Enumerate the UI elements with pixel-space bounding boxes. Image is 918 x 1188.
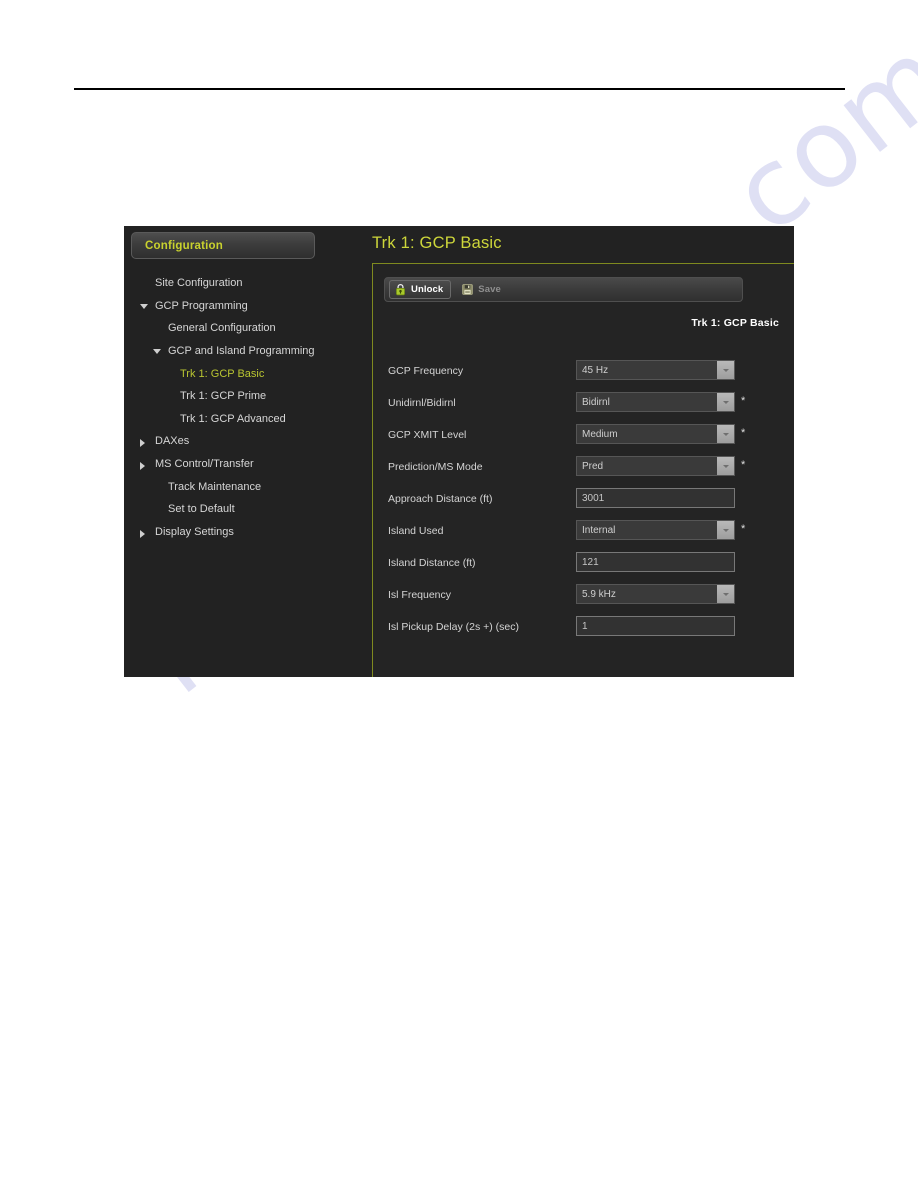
- field-value: 45 Hz: [582, 364, 609, 376]
- select-isl-frequency[interactable]: 5.9 kHz: [576, 584, 735, 604]
- chevron-down-glyph: [722, 464, 729, 468]
- sidebar-item-site-configuration[interactable]: Site Configuration: [124, 272, 348, 295]
- sidebar-item-label: GCP Programming: [155, 299, 248, 312]
- sidebar-item-label: Site Configuration: [155, 277, 243, 290]
- header-divider: [74, 88, 845, 90]
- chevron-down-icon[interactable]: [717, 425, 734, 443]
- select-gcp-xmit-level[interactable]: Medium: [576, 424, 735, 444]
- input-isl-pickup-delay-2s-sec[interactable]: 1: [576, 616, 735, 636]
- chevron-down-glyph: [722, 528, 729, 532]
- sidebar-item-display-settings[interactable]: Display Settings: [124, 521, 348, 544]
- required-marker: *: [741, 523, 746, 535]
- sidebar-item-general-configuration[interactable]: General Configuration: [124, 317, 348, 340]
- sidebar: Configuration Site Configuration GCP Prog…: [124, 226, 348, 677]
- field-label: GCP Frequency: [388, 365, 464, 377]
- select-island-used[interactable]: Internal: [576, 520, 735, 540]
- unlock-button[interactable]: Unlock: [389, 280, 452, 299]
- field-value: 121: [582, 556, 599, 568]
- sidebar-item-label: Trk 1: GCP Advanced: [180, 412, 286, 425]
- chevron-down-glyph: [722, 432, 729, 436]
- chevron-down-icon[interactable]: [717, 457, 734, 475]
- select-prediction-ms-mode[interactable]: Pred: [576, 456, 735, 476]
- application-window: Configuration Site Configuration GCP Prog…: [124, 226, 794, 677]
- chevron-down-glyph: [722, 592, 729, 596]
- chevron-down-icon[interactable]: [717, 393, 734, 411]
- lock-icon: [394, 283, 407, 296]
- input-approach-distance-ft[interactable]: 3001: [576, 488, 735, 508]
- field-label: Isl Frequency: [388, 589, 452, 601]
- chevron-down-icon[interactable]: [153, 348, 161, 354]
- page-title: Trk 1: GCP Basic: [372, 234, 502, 252]
- field-label: Prediction/MS Mode: [388, 461, 483, 473]
- main-content: Trk 1: GCP Basic Unlock Save Trk 1: GCP …: [348, 226, 794, 677]
- sidebar-item-gcp-and-island-programming[interactable]: GCP and Island Programming: [124, 340, 348, 363]
- chevron-right-icon[interactable]: [140, 439, 145, 448]
- form-row: Isl Pickup Delay (2s +) (sec) 1: [373, 615, 794, 647]
- unlock-button-label: Unlock: [411, 284, 444, 295]
- select-gcp-frequency[interactable]: 45 Hz: [576, 360, 735, 380]
- chevron-down-icon[interactable]: [717, 585, 734, 603]
- sidebar-item-label: Trk 1: GCP Basic: [180, 367, 265, 380]
- panel-subtitle: Trk 1: GCP Basic: [691, 317, 779, 329]
- field-value: 5.9 kHz: [582, 588, 616, 600]
- form-row: GCP XMIT Level Medium *: [373, 423, 794, 455]
- sidebar-item-trk-1-gcp-advanced[interactable]: Trk 1: GCP Advanced: [124, 408, 348, 431]
- field-label: Island Distance (ft): [388, 557, 476, 569]
- field-label: Island Used: [388, 525, 444, 537]
- chevron-right-icon[interactable]: [140, 529, 145, 538]
- sidebar-item-label: GCP and Island Programming: [168, 345, 315, 358]
- field-label: Isl Pickup Delay (2s +) (sec): [388, 621, 519, 633]
- field-value: Internal: [582, 524, 616, 536]
- sidebar-header-configuration[interactable]: Configuration: [131, 232, 315, 259]
- toolbar: Unlock Save: [384, 277, 743, 302]
- sidebar-item-label: General Configuration: [168, 322, 276, 335]
- form-row: Approach Distance (ft) 3001: [373, 487, 794, 519]
- settings-form: GCP Frequency 45 Hz Unidirnl/Bidirnl Bidirn…: [373, 359, 794, 647]
- form-row: GCP Frequency 45 Hz: [373, 359, 794, 391]
- field-value: 3001: [582, 492, 605, 504]
- form-row: Unidirnl/Bidirnl Bidirnl *: [373, 391, 794, 423]
- form-row: Island Used Internal *: [373, 519, 794, 551]
- sidebar-item-trk-1-gcp-prime[interactable]: Trk 1: GCP Prime: [124, 385, 348, 408]
- form-row: Isl Frequency 5.9 kHz: [373, 583, 794, 615]
- sidebar-item-set-to-default[interactable]: Set to Default: [124, 498, 348, 521]
- required-marker: *: [741, 459, 746, 471]
- navigation-tree: Site Configuration GCP Programming General…: [124, 272, 348, 543]
- field-value: 1: [582, 620, 588, 632]
- field-value: Medium: [582, 428, 618, 440]
- field-value: Bidirnl: [582, 396, 610, 408]
- required-marker: *: [741, 427, 746, 439]
- field-label: Unidirnl/Bidirnl: [388, 397, 456, 409]
- sidebar-item-ms-control-transfer[interactable]: MS Control/Transfer: [124, 453, 348, 476]
- sidebar-item-daxes[interactable]: DAXes: [124, 430, 348, 453]
- floppy-disk-icon: [461, 283, 474, 296]
- form-row: Prediction/MS Mode Pred *: [373, 455, 794, 487]
- required-marker: *: [741, 395, 746, 407]
- field-label: Approach Distance (ft): [388, 493, 493, 505]
- sidebar-item-label: MS Control/Transfer: [155, 458, 254, 471]
- sidebar-item-label: Trk 1: GCP Prime: [180, 390, 267, 403]
- sidebar-item-label: DAXes: [155, 435, 190, 448]
- sidebar-header-label: Configuration: [145, 239, 223, 252]
- sidebar-item-gcp-programming[interactable]: GCP Programming: [124, 295, 348, 318]
- chevron-down-icon[interactable]: [717, 521, 734, 539]
- sidebar-item-label: Track Maintenance: [168, 480, 262, 493]
- sidebar-item-trk-1-gcp-basic[interactable]: Trk 1: GCP Basic: [124, 362, 348, 385]
- sidebar-item-track-maintenance[interactable]: Track Maintenance: [124, 475, 348, 498]
- select-unidirnl-bidirnl[interactable]: Bidirnl: [576, 392, 735, 412]
- field-value: Pred: [582, 460, 604, 472]
- save-button-label: Save: [478, 284, 501, 295]
- chevron-down-icon[interactable]: [717, 361, 734, 379]
- form-row: Island Distance (ft) 121: [373, 551, 794, 583]
- sidebar-item-label: Set to Default: [168, 503, 235, 516]
- field-label: GCP XMIT Level: [388, 429, 467, 441]
- chevron-down-icon[interactable]: [140, 303, 148, 309]
- input-island-distance-ft[interactable]: 121: [576, 552, 735, 572]
- chevron-down-glyph: [722, 368, 729, 372]
- content-panel: Unlock Save Trk 1: GCP Basic GCP Frequen…: [372, 263, 794, 677]
- chevron-down-glyph: [722, 400, 729, 404]
- sidebar-item-label: Display Settings: [155, 525, 234, 538]
- chevron-right-icon[interactable]: [140, 461, 145, 470]
- save-button[interactable]: Save: [456, 280, 509, 299]
